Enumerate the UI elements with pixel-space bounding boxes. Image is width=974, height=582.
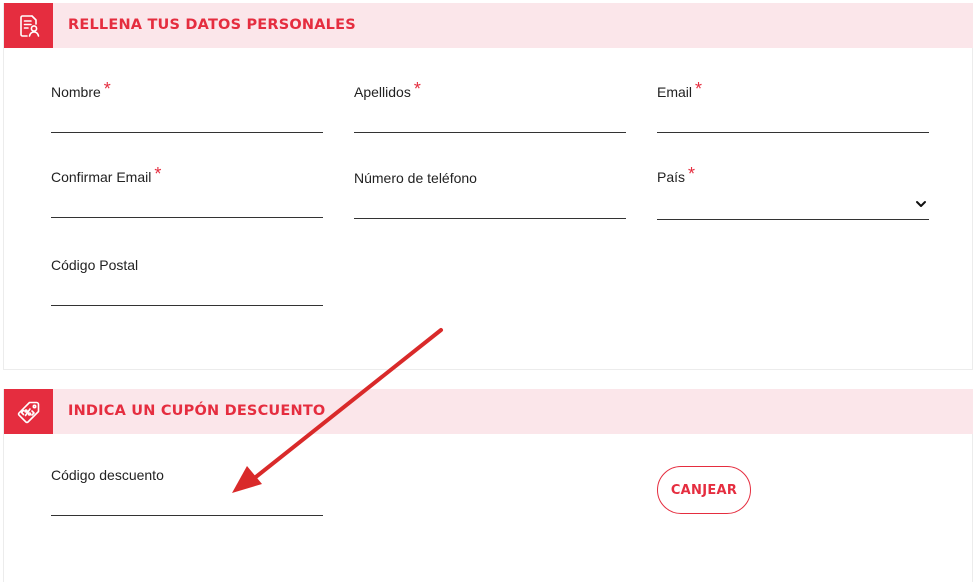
required-marker: * <box>413 79 421 99</box>
email-label: Email <box>657 84 693 100</box>
discount-tag-icon <box>4 389 53 434</box>
chevron-down-icon[interactable] <box>915 200 927 208</box>
telefono-field: Número de teléfono <box>354 169 626 219</box>
email-input[interactable] <box>657 108 929 133</box>
codigo-postal-field: Código Postal <box>51 256 323 306</box>
codigo-descuento-field: Código descuento <box>51 466 323 516</box>
required-marker: * <box>103 79 111 99</box>
nombre-input[interactable] <box>51 108 323 133</box>
personal-data-section: RELLENA TUS DATOS PERSONALES Nombre * Ape… <box>3 3 973 370</box>
apellidos-input[interactable] <box>354 108 626 133</box>
codigo-postal-label: Código Postal <box>51 257 139 273</box>
personal-data-title: RELLENA TUS DATOS PERSONALES <box>68 17 356 33</box>
confirmar-email-field: Confirmar Email * <box>51 164 323 218</box>
contact-form-icon <box>4 3 53 48</box>
nombre-field: Nombre * <box>51 79 323 133</box>
pais-label: País <box>657 169 686 185</box>
checkout-page: RELLENA TUS DATOS PERSONALES Nombre * Ape… <box>0 0 974 582</box>
required-marker: * <box>154 164 162 184</box>
nombre-label: Nombre <box>51 84 101 100</box>
telefono-label: Número de teléfono <box>354 170 477 186</box>
confirmar-email-input[interactable] <box>51 193 323 218</box>
email-field: Email * <box>657 79 929 133</box>
codigo-descuento-input[interactable] <box>51 491 323 516</box>
apellidos-label: Apellidos <box>354 84 411 100</box>
redeem-coupon-button[interactable]: CANJEAR <box>657 466 751 514</box>
telefono-input[interactable] <box>354 194 626 219</box>
codigo-postal-input[interactable] <box>51 281 323 306</box>
apellidos-field: Apellidos * <box>354 79 626 133</box>
coupon-title: INDICA UN CUPÓN DESCUENTO <box>68 403 326 419</box>
pais-field: País * <box>657 164 929 220</box>
codigo-descuento-label: Código descuento <box>51 467 164 483</box>
confirmar-email-label: Confirmar Email <box>51 169 152 185</box>
pais-select[interactable] <box>657 193 929 220</box>
required-marker: * <box>688 164 696 184</box>
coupon-section: INDICA UN CUPÓN DESCUENTO Código descuen… <box>3 389 973 582</box>
coupon-header: INDICA UN CUPÓN DESCUENTO <box>4 389 973 434</box>
required-marker: * <box>695 79 703 99</box>
personal-data-header: RELLENA TUS DATOS PERSONALES <box>4 3 973 48</box>
